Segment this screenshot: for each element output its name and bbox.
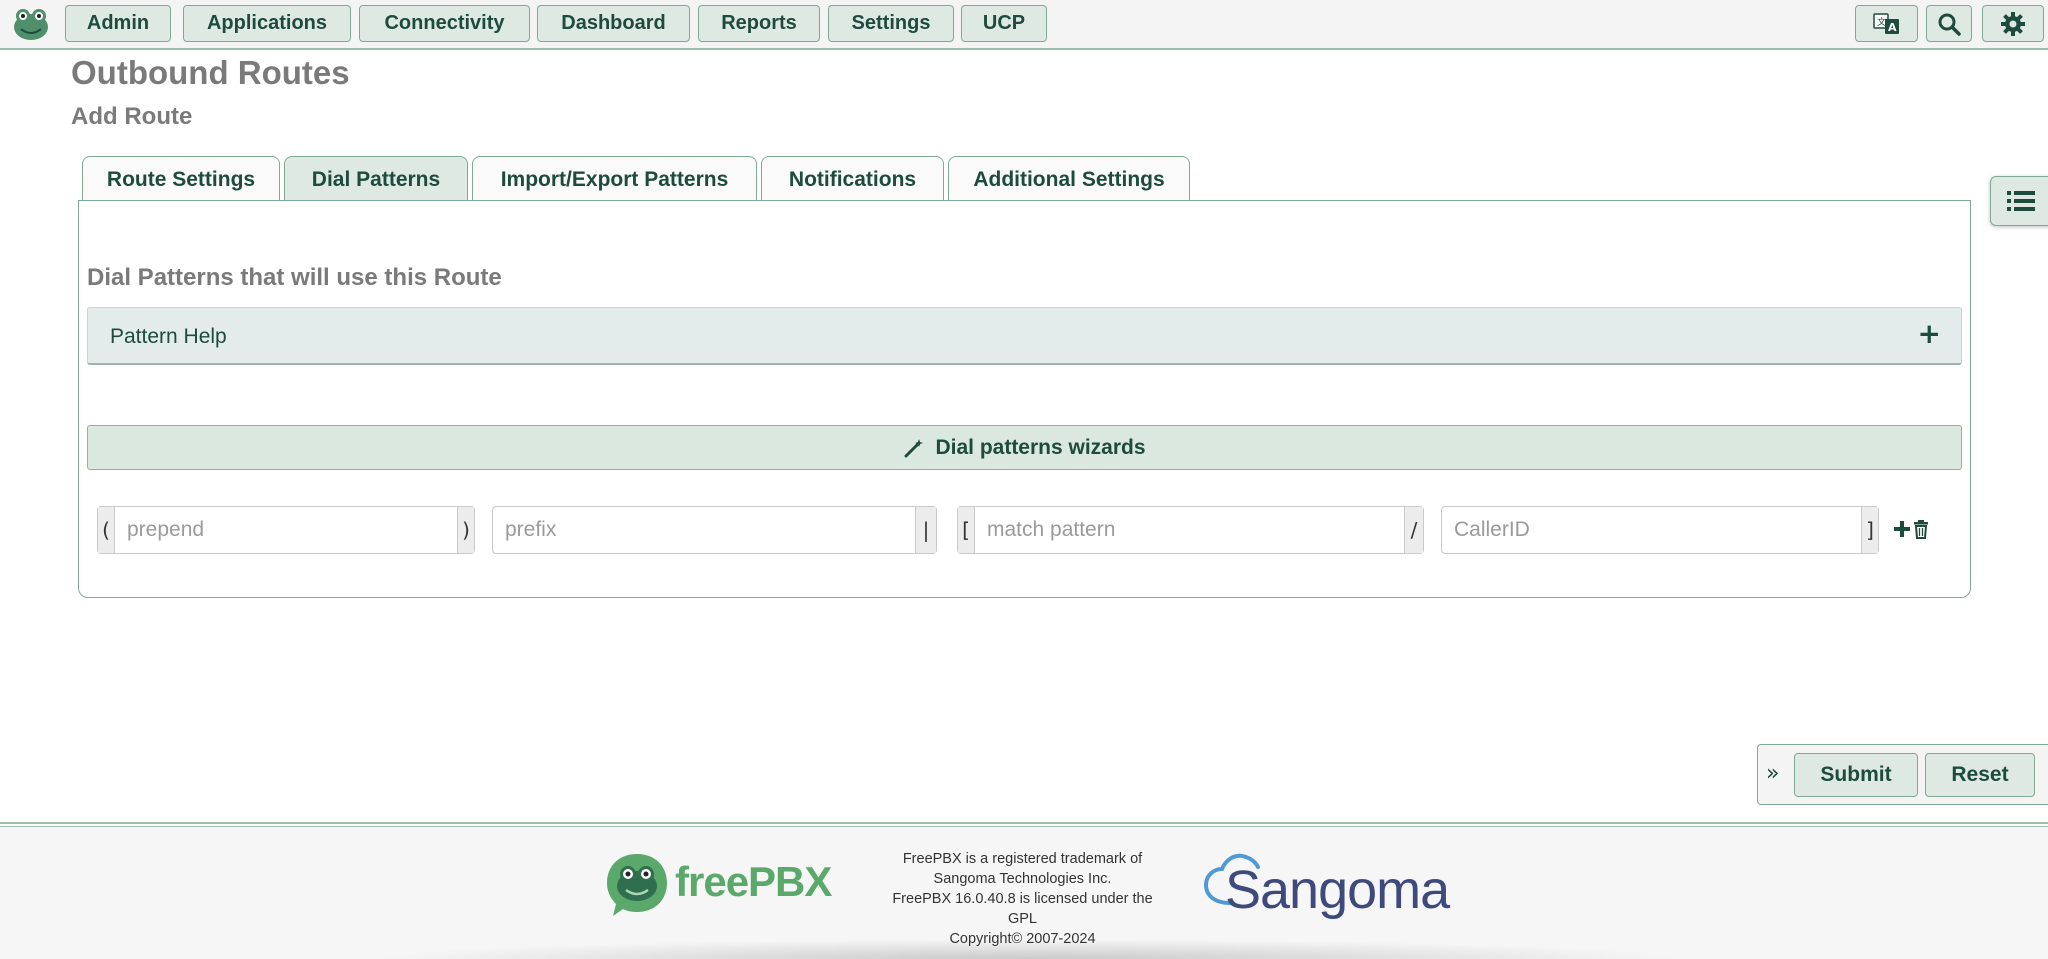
add-row-icon[interactable] <box>1893 517 1911 541</box>
callerid-close-bracket: ] <box>1862 507 1878 553</box>
tab-import-export-patterns[interactable]: Import/Export Patterns <box>472 156 757 202</box>
wizard-label: Dial patterns wizards <box>935 435 1146 459</box>
translate-icon: 文 A <box>1872 12 1899 34</box>
match-separator: / <box>1405 507 1423 553</box>
freepbx-frog-logo[interactable] <box>12 7 50 41</box>
match-pattern-group: [ / <box>957 506 1424 554</box>
language-button[interactable]: 文 A <box>1855 5 1918 42</box>
nav-dashboard[interactable]: Dashboard <box>537 5 690 42</box>
freepbx-wordmark: freePBX <box>675 858 832 905</box>
dial-patterns-wizard-button[interactable]: Dial patterns wizards <box>87 425 1962 470</box>
match-open-bracket: [ <box>958 507 974 553</box>
magic-wand-icon <box>904 438 924 457</box>
expand-plus-icon[interactable]: + <box>1918 317 1941 350</box>
tab-route-settings[interactable]: Route Settings <box>82 156 280 202</box>
callerid-group: ] <box>1441 506 1879 554</box>
trash-icon[interactable] <box>1913 517 1929 541</box>
list-icon <box>2007 191 2035 211</box>
section-title: Dial Patterns that will use this Route <box>87 264 502 291</box>
freepbx-bubble-logo <box>607 854 667 916</box>
match-pattern-input[interactable] <box>974 507 1405 553</box>
nav-applications[interactable]: Applications <box>183 5 351 42</box>
prepend-group: ( ) <box>97 506 475 554</box>
prepend-close-paren: ) <box>458 507 474 553</box>
sidebar-toggle-button[interactable] <box>1990 176 2048 226</box>
sangoma-wordmark: Sangoma <box>1225 860 1450 920</box>
pattern-help-accordion[interactable]: Pattern Help + <box>87 307 1962 365</box>
tab-additional-settings[interactable]: Additional Settings <box>948 156 1190 202</box>
search-button[interactable] <box>1926 5 1972 42</box>
action-bar: » Submit Reset <box>1757 744 2048 805</box>
svg-text:A: A <box>1888 21 1897 34</box>
prepend-open-paren: ( <box>98 507 114 553</box>
callerid-input[interactable] <box>1442 507 1862 553</box>
tab-notifications[interactable]: Notifications <box>761 156 944 202</box>
tab-dial-patterns[interactable]: Dial Patterns <box>284 156 468 203</box>
reset-button[interactable]: Reset <box>1925 753 2035 797</box>
legal-text: FreePBX is a registered trademark of San… <box>892 851 1153 947</box>
prefix-group: | <box>492 506 937 554</box>
nav-ucp[interactable]: UCP <box>961 5 1047 42</box>
prefix-separator: | <box>916 507 936 553</box>
page-subtitle: Add Route <box>71 103 193 130</box>
nav-admin[interactable]: Admin <box>65 5 171 42</box>
top-navbar: Admin Applications Connectivity Dashboar… <box>0 0 2048 50</box>
prepend-input[interactable] <box>114 507 458 553</box>
settings-button[interactable] <box>1982 5 2044 42</box>
nav-reports[interactable]: Reports <box>698 5 820 42</box>
svg-text:文: 文 <box>1877 16 1886 28</box>
nav-connectivity[interactable]: Connectivity <box>359 5 530 42</box>
submit-button[interactable]: Submit <box>1794 753 1918 797</box>
pattern-help-label: Pattern Help <box>110 325 227 348</box>
nav-settings[interactable]: Settings <box>828 5 954 42</box>
search-icon <box>1938 13 1961 36</box>
prefix-input[interactable] <box>493 507 916 553</box>
collapse-chevron-icon[interactable]: » <box>1766 761 1779 786</box>
gear-icon <box>2001 11 2025 36</box>
footer: freePBX FreePBX is a registered trademar… <box>0 827 2048 959</box>
page-title: Outbound Routes <box>71 54 350 91</box>
